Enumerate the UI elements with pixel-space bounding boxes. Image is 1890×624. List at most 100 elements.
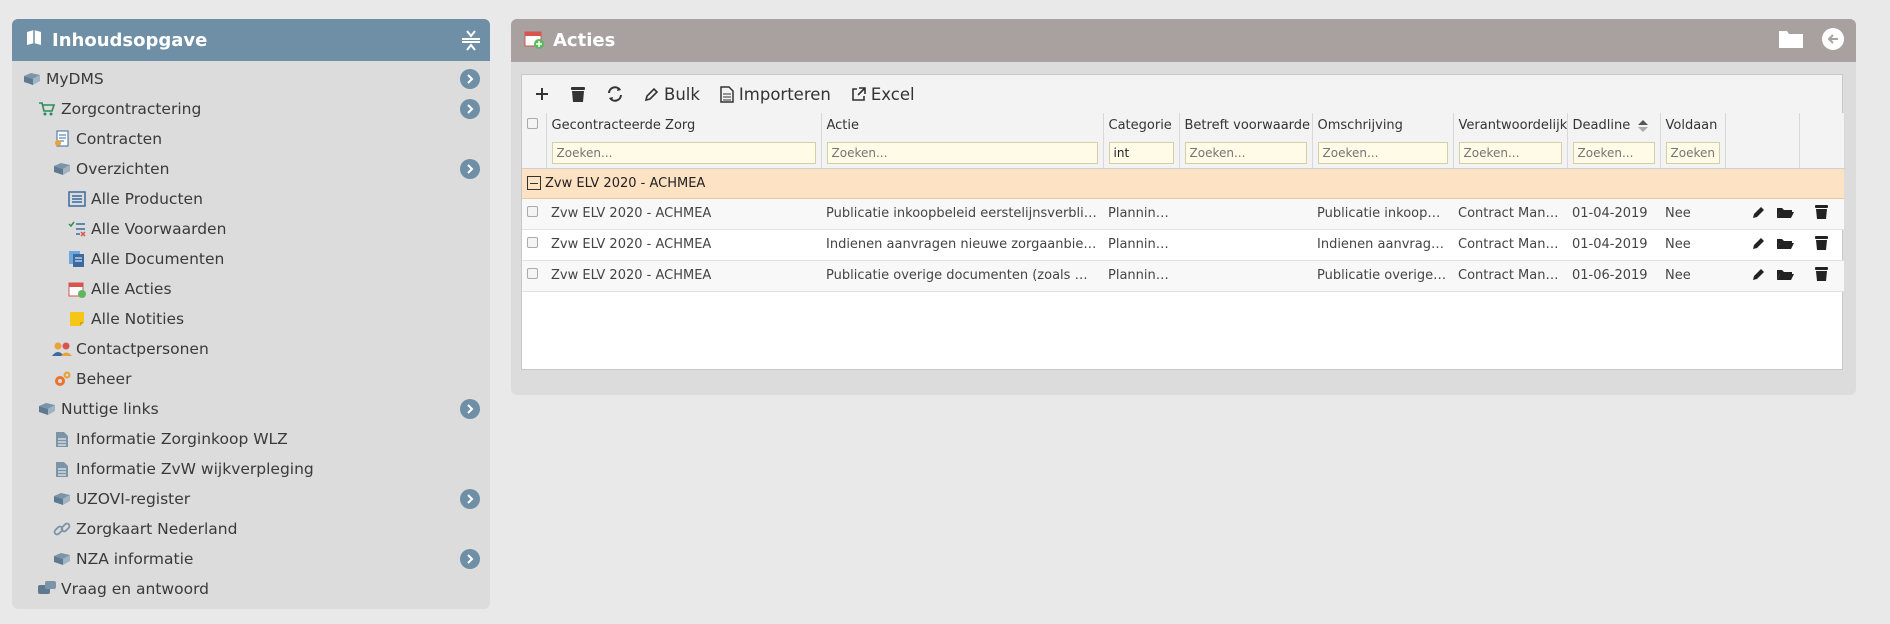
collapse-icon[interactable] [460,29,482,51]
sidebar-header: Inhoudsopgave [12,19,490,61]
sidebar-item-alle-voorwaarden[interactable]: Alle Voorwaarden [12,214,490,244]
sidebar-item-alle-acties[interactable]: Alle Acties [12,274,490,304]
pencil-icon [644,87,659,101]
filter-zorg-input[interactable] [551,141,816,164]
sidebar-item-label: Alle Notities [91,310,185,328]
book-icon [37,399,57,419]
open-folder-icon[interactable] [1776,205,1794,219]
chevron-right-icon[interactable] [460,549,480,569]
sidebar-item-label: Beheer [76,370,132,388]
sidebar-item-alle-producten[interactable]: Alle Producten [12,184,490,214]
col-betreft-voorwaarde[interactable]: Betreft voorwaarde [1179,113,1313,138]
sort-icon [1638,119,1649,132]
col-voldaan[interactable]: Voldaan [1660,113,1726,138]
col-actie[interactable]: Actie [821,113,1104,138]
open-folder-icon[interactable] [1776,267,1794,281]
excel-button[interactable]: Excel [851,85,915,104]
cart-icon [37,99,57,119]
sidebar-item-informatie-zorginkoop-wlz[interactable]: Informatie Zorginkoop WLZ [12,424,490,454]
bulk-button[interactable]: Bulk [644,85,700,104]
edit-icon[interactable] [1750,236,1768,250]
filter-omschrijving-input[interactable] [1317,141,1448,164]
bulk-label: Bulk [664,84,700,104]
chevron-right-icon[interactable] [460,69,480,89]
chevron-right-icon[interactable] [460,489,480,509]
col-omschrijving[interactable]: Omschrijving [1312,113,1454,138]
sidebar-item-label: Informatie ZvW wijkverpleging [76,460,314,478]
edit-icon[interactable] [1750,205,1768,219]
sidebar-item-alle-notities[interactable]: Alle Notities [12,304,490,334]
import-button[interactable]: Importeren [720,85,831,104]
delete-button[interactable] [570,85,586,103]
calendar-icon [67,279,87,299]
sidebar-item-nuttige-links[interactable]: Nuttige links [12,394,490,424]
sidebar-item-label: Alle Acties [91,280,172,298]
filter-actie-input[interactable] [826,141,1098,164]
cell-verantwoordelijk: Contract Mana… [1453,260,1567,292]
chevron-right-icon[interactable] [460,99,480,119]
sidebar-item-informatie-zvw-wijkverpleging[interactable]: Informatie ZvW wijkverpleging [12,454,490,484]
group-row[interactable]: Zvw ELV 2020 - ACHMEA [522,168,1844,199]
row-checkbox[interactable] [522,198,546,230]
chevron-right-icon[interactable] [460,159,480,179]
filter-deadline-input[interactable] [1572,141,1655,164]
trash-icon[interactable] [1813,266,1831,281]
row-checkbox[interactable] [522,229,546,261]
documents-icon [67,249,87,269]
chevron-right-icon[interactable] [460,399,480,419]
sidebar-item-label: Zorgkaart Nederland [76,520,238,538]
sidebar-item-contactpersonen[interactable]: Contactpersonen [12,334,490,364]
sidebar-item-label: NZA informatie [76,550,194,568]
sidebar-item-vraag-en-antwoord[interactable]: Vraag en antwoord [12,574,490,604]
table-row[interactable]: Zvw ELV 2020 - ACHMEA Publicatie overige … [522,260,1844,292]
back-icon[interactable] [1822,28,1844,50]
table-row[interactable]: Zvw ELV 2020 - ACHMEA Indienen aanvragen … [522,229,1844,261]
cell-deadline: 01-06-2019 [1567,260,1660,292]
filter-categorie-input[interactable] [1108,141,1174,164]
refresh-button[interactable] [606,85,624,103]
edit-icon[interactable] [1750,267,1768,281]
sidebar-item-label: Vraag en antwoord [61,580,210,598]
col-actions-a [1725,113,1800,138]
excel-label: Excel [870,84,915,104]
folder-icon[interactable] [1778,27,1804,53]
sidebar-item-beheer[interactable]: Beheer [12,364,490,394]
sidebar-item-mydms[interactable]: MyDMS [12,64,490,94]
collapse-group-icon[interactable] [527,176,541,190]
select-all-checkbox[interactable] [522,113,547,138]
col-deadline[interactable]: Deadline [1567,113,1661,138]
trash-icon[interactable] [1813,204,1831,219]
row-checkbox[interactable] [522,260,546,292]
document-icon [52,459,72,479]
people-icon [52,339,72,359]
col-verantwoordelijk[interactable]: Verantwoordelijk [1453,113,1568,138]
sidebar-item-uzovi-register[interactable]: UZOVI-register [12,484,490,514]
table-row[interactable]: Zvw ELV 2020 - ACHMEA Publicatie inkoopbe… [522,198,1844,230]
cell-omschrijving: Publicatie overige d… [1312,260,1453,292]
filter-voldaan-input[interactable] [1665,141,1720,164]
cell-categorie: Planning… [1103,229,1179,261]
cell-voldaan: Nee [1660,198,1725,230]
add-button[interactable] [534,86,550,102]
col-categorie[interactable]: Categorie [1103,113,1180,138]
cell-zorg: Zvw ELV 2020 - ACHMEA [546,198,821,230]
book-icon [52,489,72,509]
cell-verantwoordelijk: Contract Mana… [1453,198,1567,230]
sidebar-item-contracten[interactable]: Contracten [12,124,490,154]
sidebar-item-label: Alle Producten [91,190,203,208]
filter-voorwaarde-input[interactable] [1184,141,1307,164]
col-gecontracteerde-zorg[interactable]: Gecontracteerde Zorg [546,113,822,138]
trash-icon[interactable] [1813,235,1831,250]
cell-deadline: 01-04-2019 [1567,229,1660,261]
header-row: Gecontracteerde Zorg Actie Categorie Bet… [522,113,1845,138]
sidebar-tree: MyDMS Zorgcontractering Contracten Overzich… [12,61,490,604]
sidebar-item-zorgcontractering[interactable]: Zorgcontractering [12,94,490,124]
sidebar-item-nza-informatie[interactable]: NZA informatie [12,544,490,574]
sidebar-item-overzichten[interactable]: Overzichten [12,154,490,184]
sidebar-item-zorgkaart-nederland[interactable]: Zorgkaart Nederland [12,514,490,544]
open-folder-icon[interactable] [1776,236,1794,250]
sidebar-item-alle-documenten[interactable]: Alle Documenten [12,244,490,274]
filter-verantwoordelijk-input[interactable] [1458,141,1562,164]
cell-categorie: Planning… [1103,260,1179,292]
cell-actie: Publicatie inkoopbeleid eerstelijnsverbl… [821,198,1103,230]
